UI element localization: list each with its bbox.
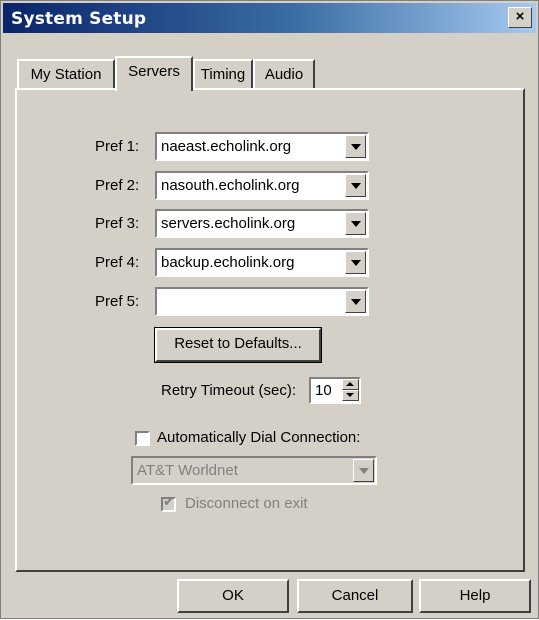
pref-4-label: Pref 4: [95, 254, 140, 271]
pref-3-label: Pref 3: [95, 215, 140, 232]
chevron-down-icon[interactable] [345, 290, 366, 313]
retry-timeout-value: 10 [315, 382, 332, 399]
pref-2-value: nasouth.echolink.org [161, 177, 300, 194]
disconnect-on-exit-checkbox[interactable]: ✔ [161, 494, 176, 512]
pref-1-value: naeast.echolink.org [161, 138, 292, 155]
chevron-down-icon[interactable] [345, 251, 366, 274]
pref-2-label: Pref 2: [95, 177, 140, 194]
pref-1-label: Pref 1: [95, 138, 140, 155]
connection-combo[interactable]: AT&T Worldnet [131, 456, 377, 485]
pref-3-value: servers.echolink.org [161, 215, 296, 232]
connection-value: AT&T Worldnet [137, 462, 238, 479]
checkmark-icon: ✔ [163, 494, 175, 510]
pref-1-combo[interactable]: naeast.echolink.org [155, 132, 369, 161]
pref-5-combo[interactable] [155, 287, 369, 316]
pref-4-value: backup.echolink.org [161, 254, 295, 271]
chevron-down-icon[interactable] [345, 135, 366, 158]
help-button[interactable]: Help [419, 579, 531, 613]
ok-button[interactable]: OK [177, 579, 289, 613]
retry-timeout-label: Retry Timeout (sec): [161, 382, 297, 399]
reset-to-defaults-button[interactable]: Reset to Defaults... [154, 327, 322, 363]
pref-4-combo[interactable]: backup.echolink.org [155, 248, 369, 277]
cancel-button[interactable]: Cancel [297, 579, 413, 613]
chevron-down-icon[interactable] [345, 212, 366, 235]
spin-up-icon[interactable] [342, 379, 359, 390]
chevron-down-icon[interactable] [345, 174, 366, 197]
pref-5-label: Pref 5: [95, 293, 140, 310]
pref-2-combo[interactable]: nasouth.echolink.org [155, 171, 369, 200]
system-setup-dialog: System Setup × My Station Servers Timing… [0, 0, 539, 619]
retry-timeout-spinner[interactable]: 10 [309, 377, 361, 404]
auto-dial-label: Automatically Dial Connection: [157, 429, 361, 446]
spin-down-icon[interactable] [342, 390, 359, 401]
chevron-down-icon[interactable] [353, 459, 374, 482]
disconnect-on-exit-label: Disconnect on exit [185, 495, 308, 512]
pref-3-combo[interactable]: servers.echolink.org [155, 209, 369, 238]
auto-dial-checkbox[interactable] [135, 431, 150, 446]
